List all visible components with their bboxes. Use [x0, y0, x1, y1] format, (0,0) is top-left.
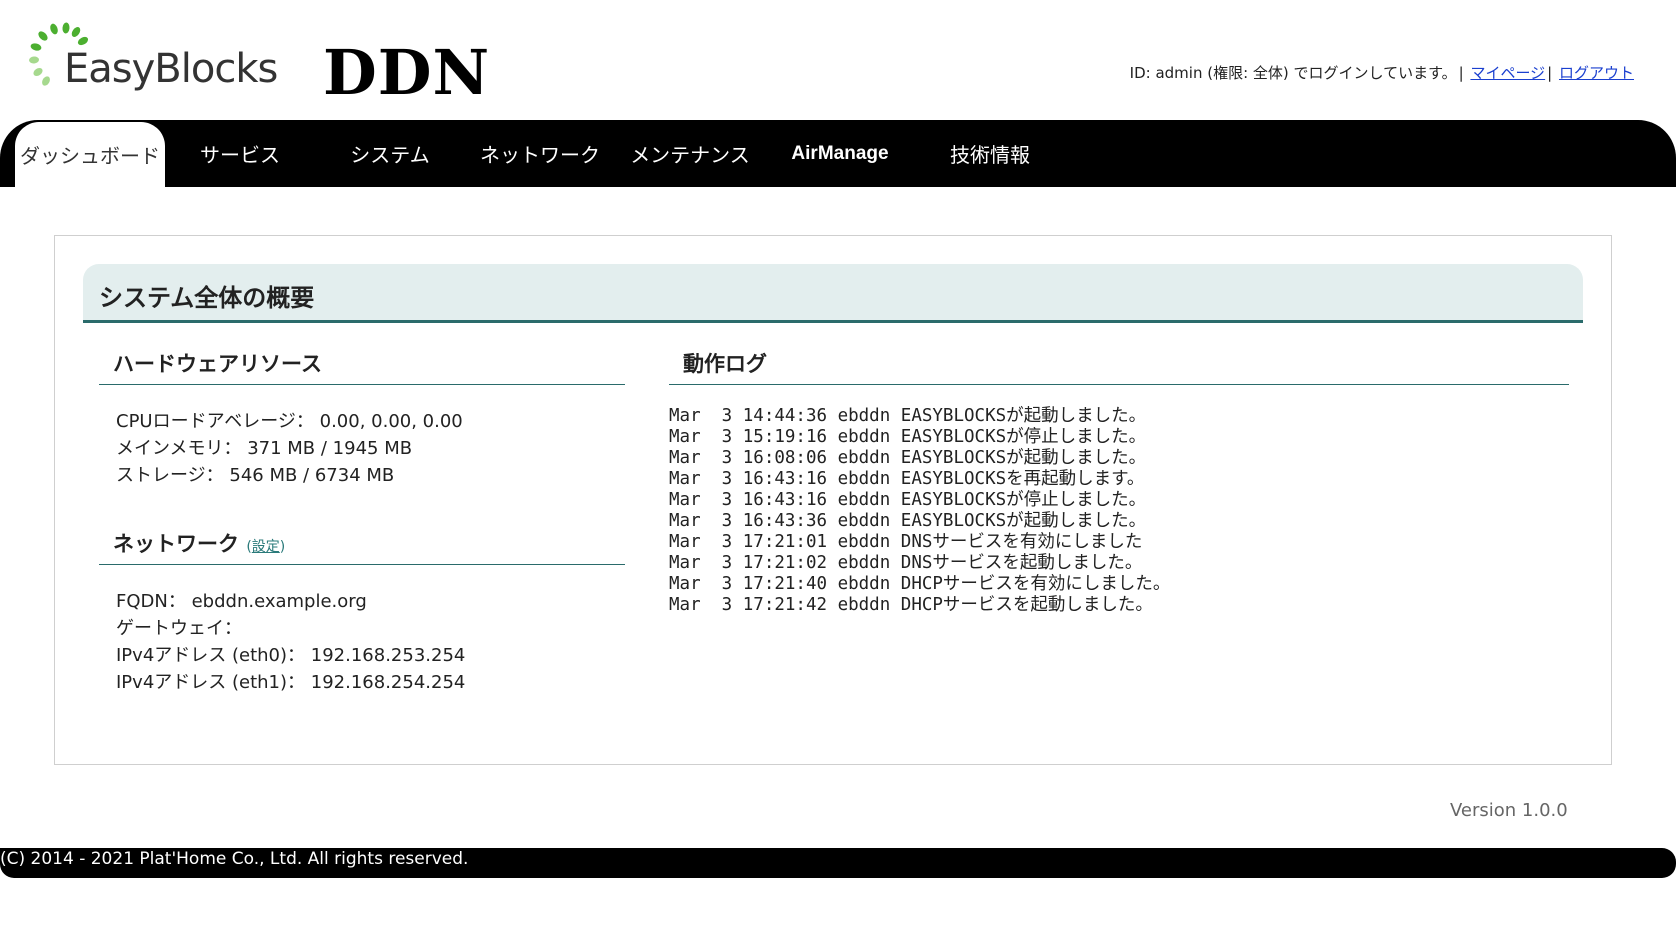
eth0-value: 192.168.253.254 [310, 645, 466, 666]
network-title-text: ネットワーク [113, 532, 239, 556]
login-status: ID: admin (権限: 全体) でログインしています。 [1129, 64, 1457, 82]
tab-dashboard[interactable]: ダッシュボード [15, 122, 165, 187]
separator: | [1458, 64, 1464, 82]
logo-text: EasyBlocks [64, 46, 278, 92]
log-divider [669, 384, 1569, 385]
storage-value: 546 MB / 6734 MB [229, 465, 395, 486]
easyblocks-logo: EasyBlocks [26, 20, 278, 100]
memory-value: 371 MB / 1945 MB [247, 438, 413, 459]
log-line: Mar 3 17:21:02 ebddn DNSサービスを起動しました。 [669, 553, 1143, 573]
storage-label: ストレージ： [116, 465, 224, 486]
log-line: Mar 3 17:21:42 ebddn DHCPサービスを起動しました。 [669, 595, 1153, 615]
tab-system[interactable]: システム [315, 120, 465, 187]
ipv4-eth1: IPv4アドレス (eth1)： 192.168.254.254 [116, 668, 465, 694]
panel-header: システム全体の概要 [83, 264, 1583, 323]
memory-label: メインメモリ： [116, 438, 242, 459]
log-line: Mar 3 14:44:36 ebddn EASYBLOCKSが起動しました。 [669, 406, 1147, 426]
operation-log: Mar 3 14:44:36 ebddn EASYBLOCKSが起動しました。 M… [669, 406, 1170, 616]
eth0-label: IPv4アドレス (eth0)： [116, 645, 306, 666]
storage: ストレージ： 546 MB / 6734 MB [116, 461, 394, 487]
fqdn-label: FQDN： [116, 591, 186, 612]
mypage-link[interactable]: マイページ [1470, 64, 1545, 82]
settings-paren-close: ) [279, 539, 286, 555]
tab-airmanage[interactable]: AirManage [765, 120, 915, 187]
log-line: Mar 3 16:43:16 ebddn EASYBLOCKSを再起動します。 [669, 469, 1145, 489]
network-divider [99, 564, 625, 565]
version-label: Version 1.0.0 [1450, 800, 1568, 821]
user-bar: ID: admin (権限: 全体) でログインしています。 | マイページ | ロ… [1130, 62, 1634, 83]
overview-panel: システム全体の概要 ハードウェアリソース CPUロードアベレージ： 0.00, … [54, 235, 1612, 765]
product-name: DDN [323, 36, 491, 109]
log-line: Mar 3 16:43:16 ebddn EASYBLOCKSが停止しました。 [669, 490, 1147, 510]
gateway: ゲートウェイ： [116, 614, 242, 640]
tab-tech-info[interactable]: 技術情報 [915, 120, 1065, 187]
copyright: (C) 2014 - 2021 Plat'Home Co., Ltd. All … [0, 849, 469, 869]
ipv4-eth0: IPv4アドレス (eth0)： 192.168.253.254 [116, 641, 465, 667]
hardware-divider [99, 384, 625, 385]
network-settings-link[interactable]: 設定 [252, 539, 280, 555]
fqdn: FQDN： ebddn.example.org [116, 587, 367, 613]
log-line: Mar 3 17:21:01 ebddn DNSサービスを有効にしました [669, 532, 1143, 552]
log-line: Mar 3 15:19:16 ebddn EASYBLOCKSが停止しました。 [669, 427, 1147, 447]
log-line: Mar 3 16:43:36 ebddn EASYBLOCKSが起動しました。 [669, 511, 1147, 531]
gateway-label: ゲートウェイ： [116, 618, 242, 639]
hardware-title: ハードウェアリソース [113, 352, 322, 376]
log-line: Mar 3 16:08:06 ebddn EASYBLOCKSが起動しました。 [669, 448, 1147, 468]
eth1-label: IPv4アドレス (eth1)： [116, 672, 306, 693]
main-memory: メインメモリ： 371 MB / 1945 MB [116, 434, 412, 460]
eth1-value: 192.168.254.254 [310, 672, 466, 693]
page-title: システム全体の概要 [99, 284, 315, 312]
separator: | [1547, 64, 1553, 82]
cpu-load: CPUロードアベレージ： 0.00, 0.00, 0.00 [116, 407, 463, 433]
logout-link[interactable]: ログアウト [1559, 64, 1634, 82]
footer: (C) 2014 - 2021 Plat'Home Co., Ltd. All … [0, 848, 1676, 878]
cpu-label: CPUロードアベレージ： [116, 411, 314, 432]
cpu-value: 0.00, 0.00, 0.00 [319, 411, 463, 432]
network-title: ネットワーク (設定) [113, 528, 285, 558]
log-title: 動作ログ [683, 352, 767, 376]
tab-service[interactable]: サービス [165, 120, 315, 187]
tab-network[interactable]: ネットワーク [465, 120, 615, 187]
main-nav: ダッシュボード サービス システム ネットワーク メンテナンス AirManag… [0, 120, 1676, 187]
fqdn-value: ebddn.example.org [191, 591, 367, 612]
tab-maintenance[interactable]: メンテナンス [615, 120, 765, 187]
log-line: Mar 3 17:21:40 ebddn DHCPサービスを有効にしました。 [669, 574, 1171, 594]
